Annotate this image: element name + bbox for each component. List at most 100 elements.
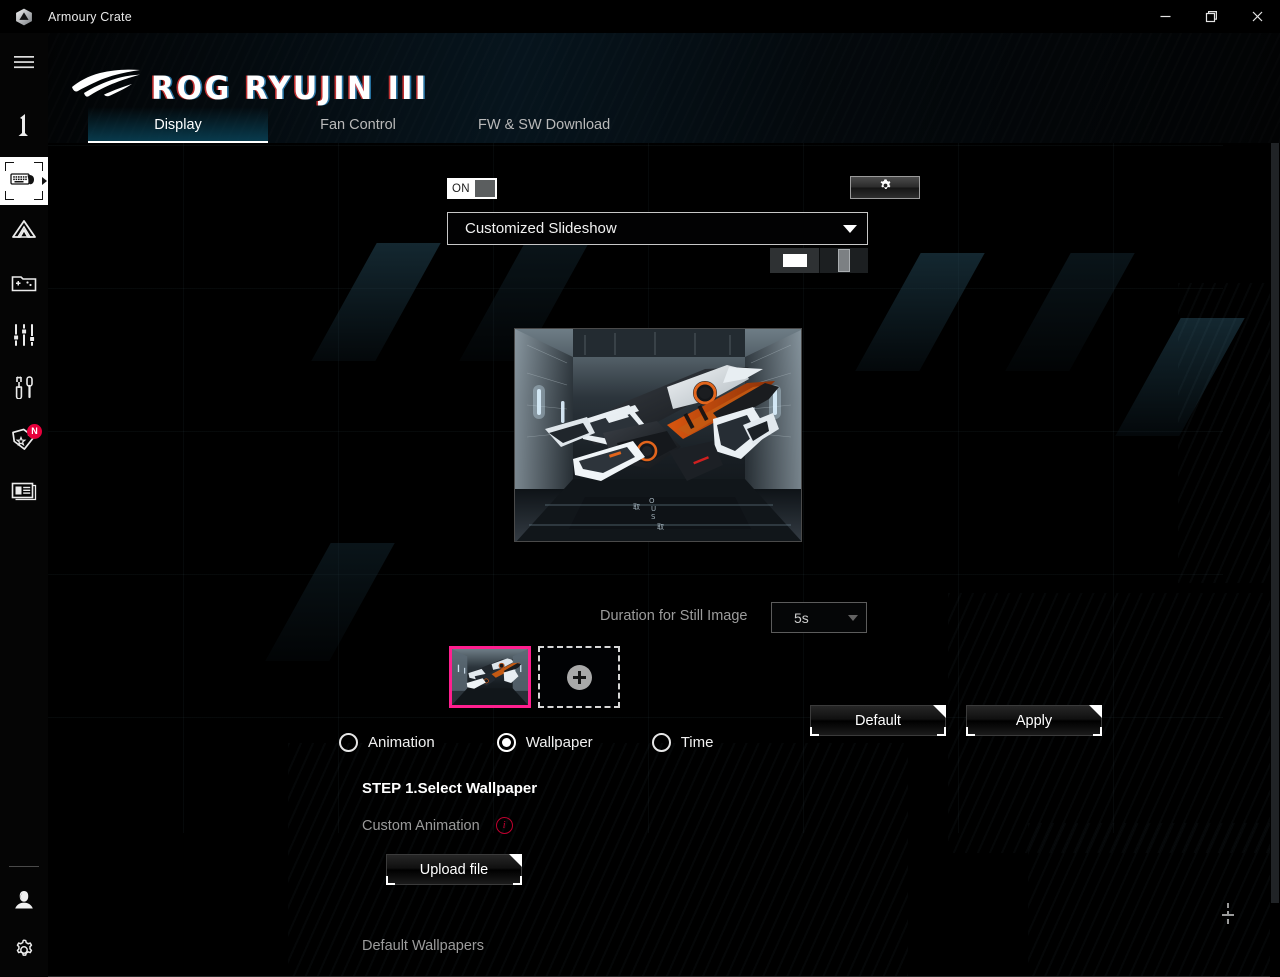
display-settings-button[interactable] xyxy=(850,176,920,199)
apply-button[interactable]: Apply xyxy=(966,705,1102,736)
background-hatch xyxy=(1178,283,1278,583)
button-corner-bl xyxy=(966,727,975,736)
landscape-icon xyxy=(782,254,807,267)
svg-text:取: 取 xyxy=(657,523,664,531)
info-icon[interactable]: i xyxy=(495,817,513,834)
default-button-surface[interactable]: Default xyxy=(810,705,946,736)
titlebar: Armoury Crate xyxy=(0,0,1280,33)
sidebar-item-settings[interactable] xyxy=(0,927,48,977)
news-card-icon xyxy=(11,480,37,507)
keyboard-mouse-device-icon xyxy=(10,169,38,194)
resize-cursor xyxy=(1222,903,1234,927)
radio-animation-label: Animation xyxy=(368,734,435,751)
sidebar-item-devices[interactable] xyxy=(0,157,48,205)
tab-fan-control[interactable]: Fan Control xyxy=(268,107,448,143)
minimize-button[interactable] xyxy=(1142,0,1188,33)
orientation-group xyxy=(770,248,868,273)
scrollbar-thumb[interactable] xyxy=(1271,143,1279,903)
sidebar-item-scenario-profiles[interactable] xyxy=(0,313,48,361)
svg-text:O: O xyxy=(649,497,655,505)
gear-icon xyxy=(878,178,893,198)
orientation-portrait-button[interactable] xyxy=(819,248,868,273)
power-toggle[interactable]: ON xyxy=(447,178,497,199)
user-account-icon xyxy=(12,888,36,917)
sidebar-item-menu[interactable] xyxy=(0,43,48,85)
power-toggle-label: ON xyxy=(452,182,470,195)
close-button[interactable] xyxy=(1234,0,1280,33)
button-notch xyxy=(1089,705,1102,718)
tabbar: Display Fan Control FW & SW Download xyxy=(88,107,640,143)
sidebar-item-tools[interactable] xyxy=(0,365,48,413)
radio-wallpaper[interactable]: Wallpaper xyxy=(496,733,593,752)
power-toggle-knob xyxy=(475,180,495,197)
wallpaper-thumbnail-image xyxy=(452,649,528,705)
content-scrollbar[interactable] xyxy=(1270,143,1280,977)
button-corner-bl xyxy=(810,727,819,736)
apply-button-surface[interactable]: Apply xyxy=(966,705,1102,736)
wallpaper-preview[interactable]: 取 O U S 取 xyxy=(514,328,802,542)
hamburger-menu-icon xyxy=(12,54,36,75)
mode-select[interactable]: Customized Slideshow xyxy=(447,212,868,245)
tools-wrench-icon xyxy=(11,375,37,404)
scenario-sliders-icon xyxy=(11,323,37,352)
background-slash xyxy=(1005,253,1135,371)
sidebar-item-game-library[interactable] xyxy=(0,261,48,309)
default-wallpapers-label: Default Wallpapers xyxy=(362,938,484,954)
sidebar-item-featured[interactable]: N xyxy=(0,417,48,465)
chevron-down-icon xyxy=(843,224,857,233)
sidebar-item-news[interactable] xyxy=(0,469,48,517)
aura-sync-icon xyxy=(11,219,37,248)
default-button[interactable]: Default xyxy=(810,705,946,736)
sidebar-item-aura-sync[interactable] xyxy=(0,209,48,257)
apply-button-label: Apply xyxy=(1015,712,1053,729)
step-title: STEP 1.Select Wallpaper xyxy=(362,780,538,797)
upload-file-button-surface[interactable]: Upload file xyxy=(386,854,522,885)
upload-file-button-label: Upload file xyxy=(419,861,489,878)
button-corner-br xyxy=(937,727,946,736)
radio-time[interactable]: Time xyxy=(651,733,713,752)
button-notch xyxy=(509,854,522,867)
armoury-crate-window: Armoury Crate N ROG RYUJIN III Display F… xyxy=(0,0,1280,977)
portrait-icon xyxy=(838,249,850,272)
game-library-icon xyxy=(11,272,37,299)
selection-corner-br xyxy=(34,191,43,200)
radio-time-dot xyxy=(651,733,671,752)
maximize-button[interactable] xyxy=(1188,0,1234,33)
radio-animation[interactable]: Animation xyxy=(339,733,435,752)
gear-settings-icon xyxy=(12,938,36,967)
orientation-landscape-button[interactable] xyxy=(770,248,819,273)
duration-select-value: 5s xyxy=(794,609,809,626)
duration-label: Duration for Still Image xyxy=(600,608,748,624)
tab-display[interactable]: Display xyxy=(88,107,268,143)
button-corner-br xyxy=(513,876,522,885)
radio-animation-dot xyxy=(339,733,358,752)
selection-corner-bl xyxy=(5,191,14,200)
upload-file-button[interactable]: Upload file xyxy=(386,854,522,885)
default-button-label: Default xyxy=(855,712,901,729)
sidebar-item-user-account[interactable] xyxy=(0,877,48,927)
background-slash xyxy=(311,243,441,361)
background-slash xyxy=(855,253,985,371)
duration-select[interactable]: 5s xyxy=(771,602,867,633)
wallpaper-thumbnail-1[interactable] xyxy=(449,646,531,708)
window-title: Armoury Crate xyxy=(48,9,132,24)
button-corner-br xyxy=(1093,727,1102,736)
button-notch xyxy=(933,705,946,718)
svg-text:S: S xyxy=(651,513,656,521)
ryujin-cooler-wallpaper-image: 取 O U S 取 xyxy=(515,329,801,541)
radio-wallpaper-dot xyxy=(496,733,516,752)
tab-fw-sw-download[interactable]: FW & SW Download xyxy=(448,107,640,143)
chevron-down-icon xyxy=(848,614,858,621)
power-toggle-track[interactable]: ON xyxy=(447,178,497,199)
radio-wallpaper-label: Wallpaper xyxy=(525,734,593,751)
content-type-radio-group: Animation Wallpaper Time xyxy=(339,733,713,752)
background-slash xyxy=(265,543,395,661)
rog-eye-logo-icon xyxy=(70,67,142,106)
page-title: ROG RYUJIN III xyxy=(151,69,429,108)
mode-select-value: Customized Slideshow xyxy=(465,220,617,237)
featured-new-badge: N xyxy=(27,424,42,439)
add-wallpaper-button[interactable] xyxy=(538,646,620,708)
sidebar-item-dashboard[interactable] xyxy=(0,105,48,153)
svg-text:U: U xyxy=(651,505,656,513)
sidebar: N xyxy=(0,33,48,977)
